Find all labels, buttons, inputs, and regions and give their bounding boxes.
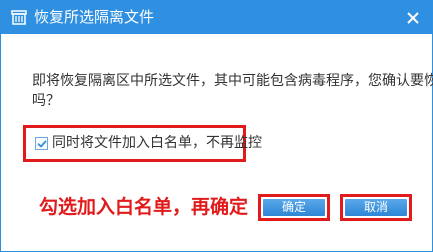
- message-line-1: 即将恢复隔离区中所选文件，其中可能包含病毒程序，您确认要恢复: [32, 73, 433, 89]
- red-instruction-annotation: 勾选加入白名单，再确定: [39, 196, 249, 218]
- confirm-button[interactable]: 确定: [263, 199, 325, 216]
- whitelist-checkbox-label[interactable]: 同时将文件加入白名单，不再监控: [52, 134, 262, 152]
- dialog-title: 恢复所选隔离文件: [34, 8, 155, 26]
- cancel-button[interactable]: 取消: [345, 199, 407, 216]
- dialog-titlebar: 恢复所选隔离文件: [1, 1, 432, 34]
- confirm-button-highlight: 确定: [258, 194, 330, 221]
- close-icon[interactable]: [402, 8, 424, 28]
- trash-icon: [11, 10, 27, 25]
- checkmark-icon: [37, 140, 47, 148]
- cancel-button-highlight: 取消: [340, 194, 412, 221]
- restore-quarantine-dialog: 恢复所选隔离文件 即将恢复隔离区中所选文件，其中可能包含病毒程序，您确认要恢复 …: [0, 0, 433, 252]
- dialog-message: 即将恢复隔离区中所选文件，其中可能包含病毒程序，您确认要恢复 吗？: [32, 71, 433, 111]
- message-line-2: 吗？: [32, 93, 60, 109]
- whitelist-checkbox[interactable]: [35, 137, 48, 150]
- close-button[interactable]: [402, 8, 424, 28]
